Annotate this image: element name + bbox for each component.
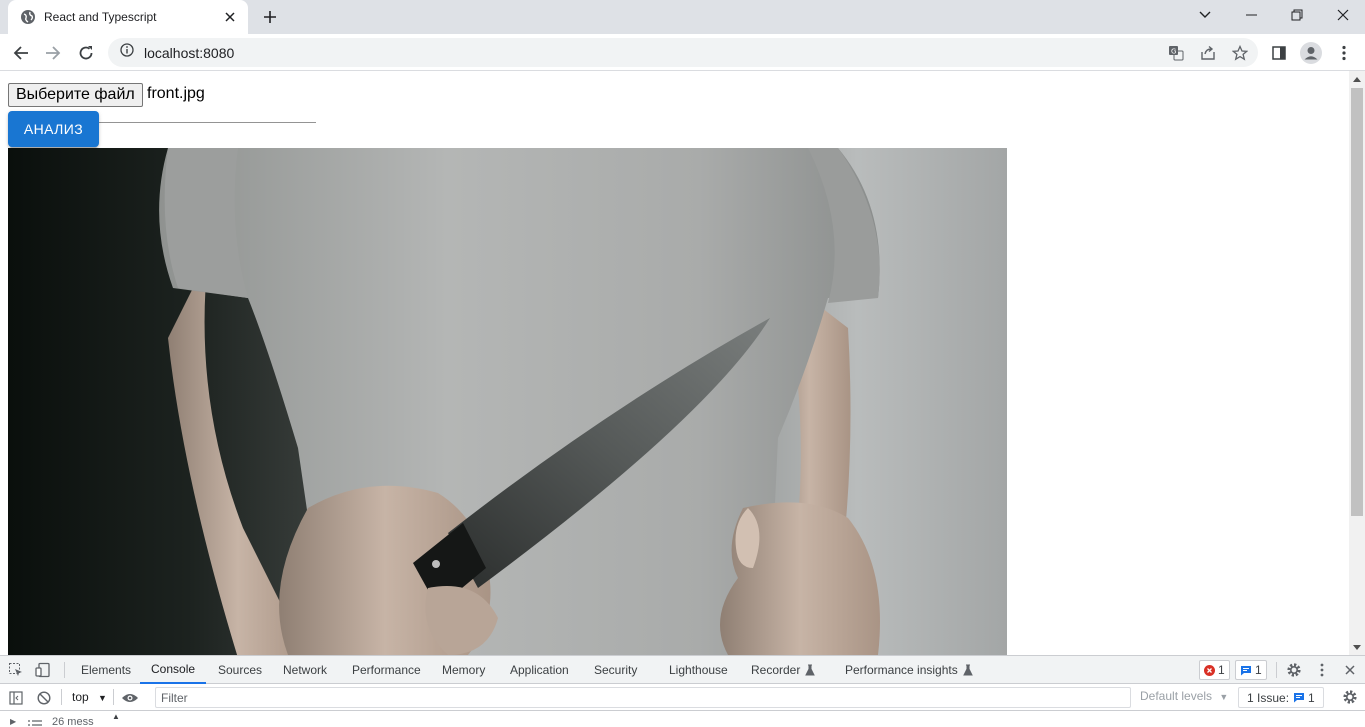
new-tab-button[interactable] [258,6,282,28]
console-toolbar: top ▼ Filter Default levels ▼ 1 Issue: 1 [0,684,1365,711]
devtools-tab-bar: Elements Console Sources Network Perform… [0,656,1365,684]
address-bar[interactable]: localhost:8080 [108,38,1258,67]
devtools-tab-performance-insights[interactable]: Performance insights [844,656,974,684]
inspect-element-icon[interactable] [7,661,25,679]
dropdown-arrow-icon: ▼ [1219,692,1229,702]
page-viewport: Выберите файл front.jpg АНАЛИЗ [0,71,1349,655]
browser-menu-icon[interactable] [1331,40,1357,66]
resize-handle-icon[interactable]: ▲ [112,712,120,721]
performance-insights-label: Performance insights [845,663,958,677]
experiment-flask-icon [805,664,816,676]
page-scrollbar[interactable] [1349,71,1365,655]
errors-badge[interactable]: 1 [1199,660,1230,680]
translate-icon[interactable]: G [1163,38,1189,67]
devtools-tab-sources[interactable]: Sources [217,656,263,684]
bookmark-star-icon[interactable] [1227,38,1253,67]
message-icon [1240,665,1252,676]
devtools-menu-icon[interactable] [1313,661,1331,679]
close-window-button[interactable] [1320,0,1365,30]
scroll-thumb[interactable] [1351,88,1363,516]
selected-file-name: front.jpg [147,85,205,102]
expand-arrow-icon[interactable]: ▶ [10,717,16,726]
tab-title: React and Typescript [44,10,157,24]
choose-file-button[interactable]: Выберите файл [8,83,143,107]
devtools-tab-elements[interactable]: Elements [80,656,132,684]
log-levels-label: Default levels [1140,689,1213,703]
devtools-tab-performance[interactable]: Performance [351,656,422,684]
clear-console-icon[interactable] [35,689,53,707]
globe-icon [20,9,36,25]
devtools-panel: Elements Console Sources Network Perform… [0,655,1365,727]
devtools-close-icon[interactable] [1341,661,1359,679]
device-toolbar-icon[interactable] [34,661,52,679]
console-messages-row: ▶ 26 mess ▲ [0,711,1365,727]
devtools-tab-application[interactable]: Application [509,656,570,684]
devtools-tab-security[interactable]: Security [593,656,638,684]
reload-icon[interactable] [73,40,99,66]
issues-count: 1 [1308,690,1315,705]
dropdown-arrow-icon: ▼ [98,693,107,703]
devtools-tab-recorder[interactable]: Recorder [750,656,816,684]
back-icon[interactable] [8,40,34,66]
issue-message-icon [1293,692,1305,703]
close-tab-icon[interactable] [222,9,238,25]
uploaded-image [8,148,1007,655]
side-panel-icon[interactable] [1266,40,1292,66]
devtools-tab-memory[interactable]: Memory [441,656,486,684]
info-icon[interactable] [120,43,134,62]
devtools-tab-network[interactable]: Network [282,656,328,684]
devtools-tab-console[interactable]: Console [140,656,207,684]
scroll-up-icon[interactable] [1353,75,1361,83]
context-label: top [72,690,89,704]
console-filter-input[interactable]: Filter [155,687,1131,708]
tab-search-icon[interactable] [1182,0,1228,30]
message-list-icon [28,716,42,727]
profile-avatar-icon[interactable] [1298,40,1324,66]
messages-count: 1 [1255,663,1262,677]
console-sidebar-icon[interactable] [7,689,25,707]
live-expression-eye-icon[interactable] [121,689,139,707]
messages-summary: 26 mess [52,716,94,727]
analyze-button[interactable]: АНАЛИЗ [8,111,99,147]
recorder-label: Recorder [751,663,801,677]
console-settings-icon[interactable] [1341,688,1359,706]
experiment-flask-icon [962,664,973,676]
url-text: localhost:8080 [144,44,235,61]
issues-counter[interactable]: 1 Issue: 1 [1238,687,1324,708]
browser-tab[interactable]: React and Typescript [8,0,248,34]
svg-text:G: G [1171,47,1176,55]
minimize-button[interactable] [1228,0,1274,30]
messages-badge[interactable]: 1 [1235,660,1267,680]
scroll-down-icon[interactable] [1353,643,1361,651]
restore-button[interactable] [1274,0,1320,30]
log-levels-dropdown[interactable]: Default levels ▼ [1140,689,1228,703]
devtools-tab-lighthouse[interactable]: Lighthouse [668,656,729,684]
tab-strip: React and Typescript [0,0,1365,34]
forward-icon[interactable] [40,40,66,66]
share-icon[interactable] [1195,38,1221,67]
errors-count: 1 [1218,663,1225,677]
devtools-settings-icon[interactable] [1285,661,1303,679]
issues-label: 1 Issue: [1247,690,1290,705]
browser-toolbar: localhost:8080 G [0,34,1365,71]
error-icon [1204,664,1215,676]
context-selector[interactable]: top ▼ [72,690,107,704]
